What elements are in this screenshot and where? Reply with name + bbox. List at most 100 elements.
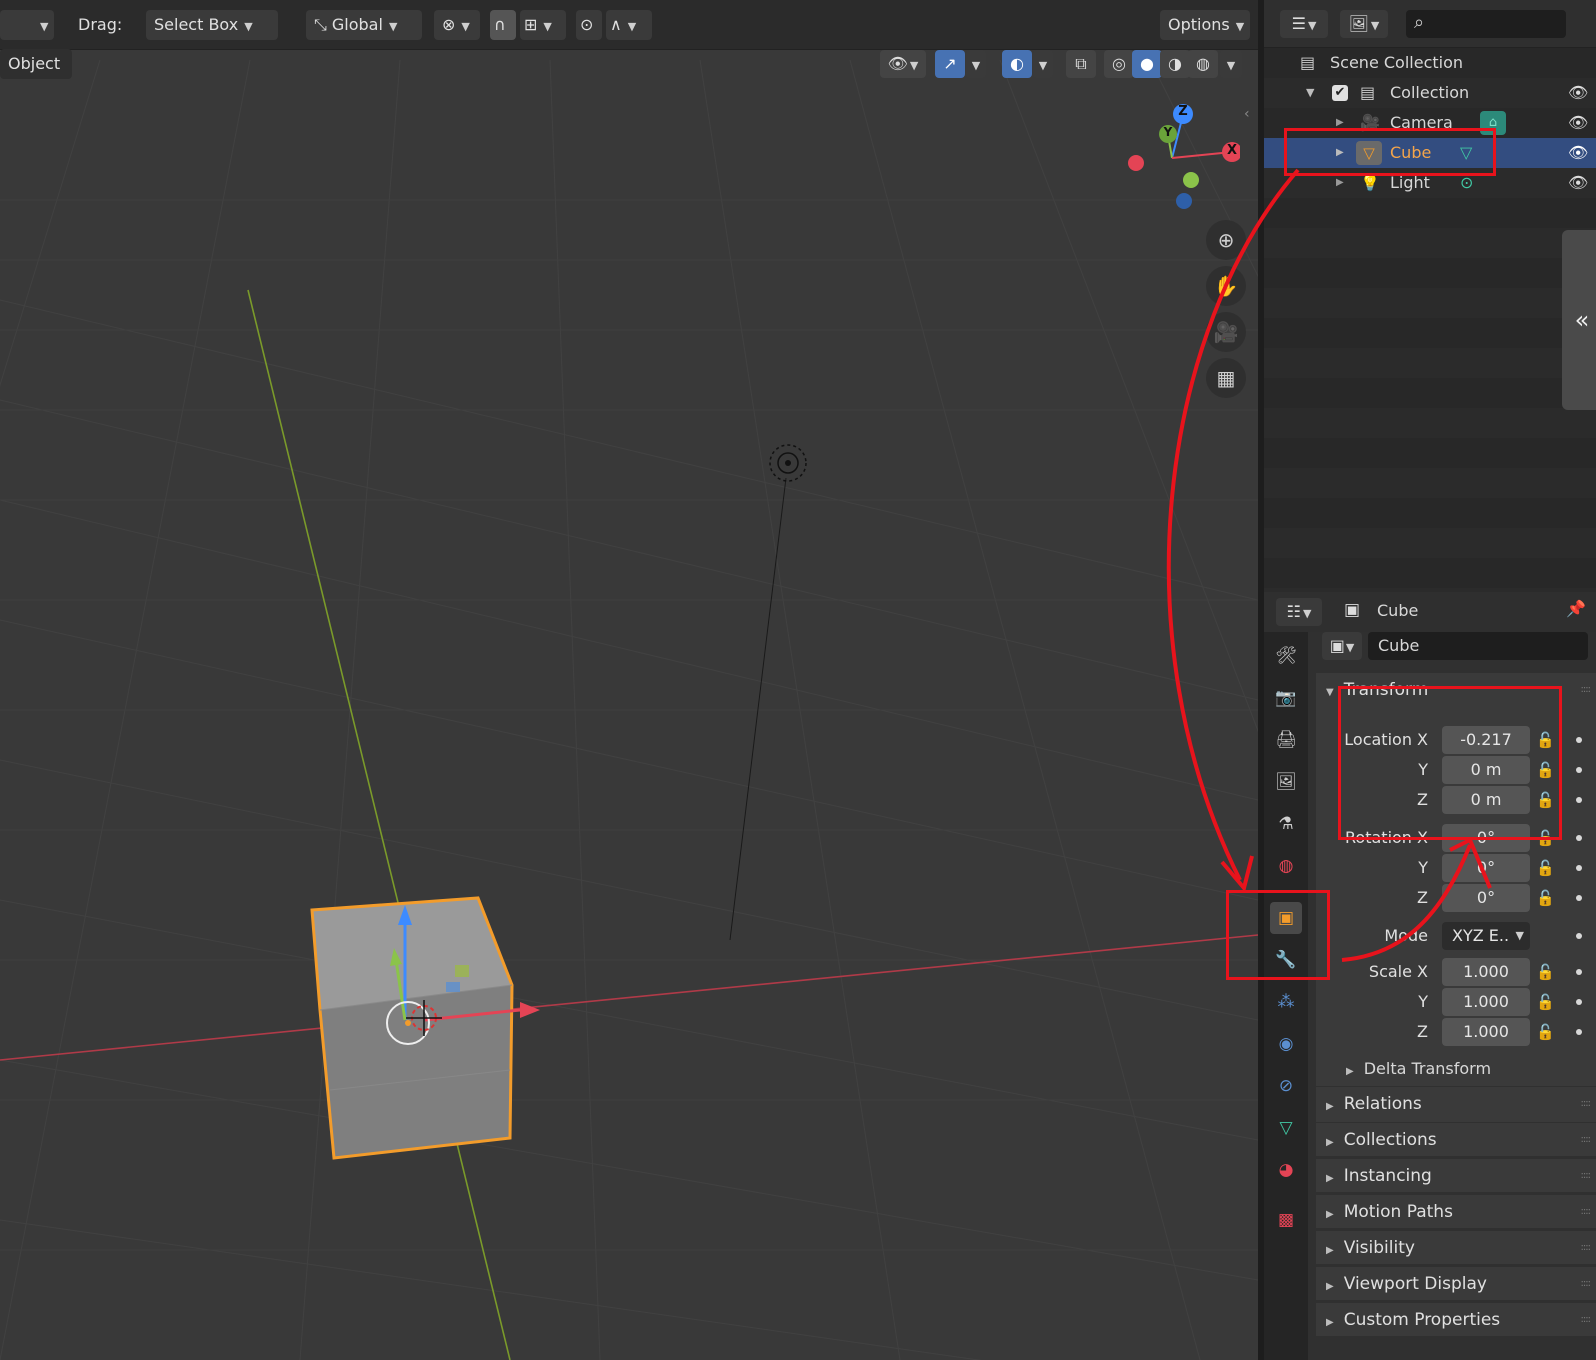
delta-transform-subpanel[interactable]: ▶ Delta Transform <box>1336 1052 1586 1086</box>
rotation-x-field[interactable]: 0° <box>1442 824 1530 852</box>
motion-paths-panel[interactable]: ▶ Motion Paths:::: <box>1316 1194 1596 1228</box>
camera-view-button[interactable]: 🎥 <box>1206 312 1246 352</box>
object-menu[interactable]: Object <box>0 49 72 79</box>
wireframe-shading-button[interactable]: ◎ <box>1104 50 1134 78</box>
ortho-toggle-button[interactable]: ▦ <box>1206 358 1246 398</box>
lock-icon[interactable]: 🔓 <box>1536 992 1556 1012</box>
tab-material[interactable]: ◕ <box>1270 1154 1302 1186</box>
snap-target-dropdown[interactable]: ⊞ ▼ <box>520 10 566 40</box>
keyframe-dot[interactable] <box>1576 999 1582 1005</box>
tab-world[interactable]: ◍ <box>1270 850 1302 882</box>
editor-type-dropdown[interactable]: ☰ ▼ <box>1280 10 1328 38</box>
visibility-dropdown[interactable]: 👁 ▼ <box>880 50 926 78</box>
proportional-edit-toggle[interactable]: ⊙ <box>576 10 602 40</box>
rotation-mode-dropdown[interactable]: XYZ E.. ▼ <box>1442 922 1530 950</box>
eye-icon[interactable]: 👁 <box>1568 78 1588 108</box>
pan-button[interactable]: ✋ <box>1206 266 1246 306</box>
gizmo-dropdown[interactable]: ▼ <box>966 50 986 78</box>
eye-icon[interactable]: 👁 <box>1568 138 1588 168</box>
falloff-dropdown[interactable]: ∧ ▼ <box>606 10 652 40</box>
lock-icon[interactable]: 🔓 <box>1536 962 1556 982</box>
tab-modifiers[interactable]: 🔧 <box>1270 944 1302 976</box>
material-shading-button[interactable]: ◑ <box>1160 50 1190 78</box>
outliner-search-input[interactable]: ⌕ <box>1406 10 1566 38</box>
pin-icon[interactable]: 📌 <box>1566 599 1586 618</box>
keyframe-dot[interactable] <box>1576 767 1582 773</box>
viewport-display-panel[interactable]: ▶ Viewport Display:::: <box>1316 1266 1596 1300</box>
scale-y-field[interactable]: 1.000 <box>1442 988 1530 1016</box>
collapse-arrow-icon[interactable]: ‹ <box>1244 106 1250 122</box>
properties-editor-type-dropdown[interactable]: ☷ ▼ <box>1276 598 1322 626</box>
keyframe-dot[interactable] <box>1576 1029 1582 1035</box>
options-dropdown[interactable]: Options ▼ <box>1160 10 1250 40</box>
lock-icon[interactable]: 🔓 <box>1536 730 1556 750</box>
tab-view-layer[interactable]: 🖼 <box>1270 766 1302 798</box>
tab-object[interactable]: ▣ <box>1270 902 1302 934</box>
tab-data[interactable]: ▽ <box>1270 1112 1302 1144</box>
viewport-canvas[interactable] <box>0 0 1258 1360</box>
outliner-row-collection[interactable]: ▼ ✔ ▤ Collection 👁 <box>1264 78 1596 108</box>
lock-icon[interactable]: 🔓 <box>1536 760 1556 780</box>
tab-render[interactable]: 📷 <box>1270 682 1302 714</box>
expand-arrow-icon[interactable]: ▼ <box>1306 78 1314 108</box>
keyframe-dot[interactable] <box>1576 969 1582 975</box>
tab-tool[interactable]: 🛠 <box>1270 640 1302 672</box>
lock-icon[interactable]: 🔓 <box>1536 790 1556 810</box>
scale-x-field[interactable]: 1.000 <box>1442 958 1530 986</box>
snap-toggle[interactable]: ∩ <box>490 10 516 40</box>
tab-output[interactable]: 🖨 <box>1270 724 1302 756</box>
lock-icon[interactable]: 🔓 <box>1536 888 1556 908</box>
tab-scene[interactable]: ⚗ <box>1270 808 1302 840</box>
rendered-shading-button[interactable]: ◍ <box>1188 50 1218 78</box>
lock-icon[interactable]: 🔓 <box>1536 1022 1556 1042</box>
location-y-field[interactable]: 0 m <box>1442 756 1530 784</box>
custom-properties-panel[interactable]: ▶ Custom Properties:::: <box>1316 1302 1596 1336</box>
expand-arrow-icon[interactable]: ▶ <box>1336 138 1344 168</box>
tab-physics[interactable]: ◉ <box>1270 1028 1302 1060</box>
xray-toggle[interactable]: ⧉ <box>1066 50 1096 78</box>
select-mode-dropdown[interactable]: ▼ <box>0 10 54 40</box>
object-name-field[interactable]: Cube <box>1368 632 1588 660</box>
location-x-field[interactable]: -0.217 <box>1442 726 1530 754</box>
light-data-icon[interactable]: ⊙ <box>1460 168 1473 198</box>
scale-z-field[interactable]: 1.000 <box>1442 1018 1530 1046</box>
eye-icon[interactable]: 👁 <box>1568 168 1588 198</box>
overlays-dropdown[interactable]: ▼ <box>1033 50 1053 78</box>
tab-particles[interactable]: ⁂ <box>1270 986 1302 1018</box>
outliner-row-scene-collection[interactable]: ▤ Scene Collection <box>1264 48 1596 78</box>
transform-panel-header[interactable]: ▼ Transform:::: <box>1316 672 1596 706</box>
outliner-row-light[interactable]: ▶ 💡 Light ⊙ 👁 <box>1264 168 1596 198</box>
shading-dropdown[interactable]: ▼ <box>1220 50 1242 78</box>
gizmo-toggle[interactable]: ↗ <box>935 50 965 78</box>
rotation-y-field[interactable]: 0° <box>1442 854 1530 882</box>
object-browse-dropdown[interactable]: ▣▼ <box>1322 632 1362 660</box>
pivot-point-dropdown[interactable]: ⊗ ▼ <box>434 10 480 40</box>
expand-arrow-icon[interactable]: ▶ <box>1336 108 1344 138</box>
solid-shading-button[interactable]: ● <box>1132 50 1162 78</box>
expand-arrow-icon[interactable]: ▶ <box>1336 168 1344 198</box>
keyframe-dot[interactable] <box>1576 865 1582 871</box>
tab-texture[interactable]: ▩ <box>1270 1204 1302 1236</box>
relations-panel[interactable]: ▶ Relations:::: <box>1316 1086 1596 1120</box>
sidebar-expand-tab[interactable]: « <box>1562 230 1596 410</box>
keyframe-dot[interactable] <box>1576 895 1582 901</box>
zoom-button[interactable]: ⊕ <box>1206 220 1246 260</box>
outliner-row-cube[interactable]: ▶ ▽ Cube ▽ 👁 <box>1264 138 1596 168</box>
lock-icon[interactable]: 🔓 <box>1536 828 1556 848</box>
visibility-panel[interactable]: ▶ Visibility:::: <box>1316 1230 1596 1264</box>
outliner-row-camera[interactable]: ▶ 🎥 Camera ⌂ 👁 <box>1264 108 1596 138</box>
camera-data-icon[interactable]: ⌂ <box>1480 111 1506 135</box>
collection-checkbox[interactable]: ✔ <box>1332 85 1348 101</box>
3d-viewport[interactable]: ▼ Drag: Select Box ▼ ⤡ Global ▼ ⊗ ▼ ∩ ⊞ ▼ ⊙ … <box>0 0 1258 1360</box>
mesh-data-icon[interactable]: ▽ <box>1460 138 1472 168</box>
location-z-field[interactable]: 0 m <box>1442 786 1530 814</box>
collections-panel[interactable]: ▶ Collections:::: <box>1316 1122 1596 1156</box>
overlays-toggle[interactable]: ◐ <box>1002 50 1032 78</box>
keyframe-dot[interactable] <box>1576 797 1582 803</box>
transform-orientation-dropdown[interactable]: ⤡ Global ▼ <box>306 10 422 40</box>
display-mode-dropdown[interactable]: 🖼 ▼ <box>1340 10 1388 38</box>
navigation-gizmo[interactable]: Z Y X <box>1120 100 1242 220</box>
keyframe-dot[interactable] <box>1576 835 1582 841</box>
keyframe-dot[interactable] <box>1576 933 1582 939</box>
keyframe-dot[interactable] <box>1576 737 1582 743</box>
